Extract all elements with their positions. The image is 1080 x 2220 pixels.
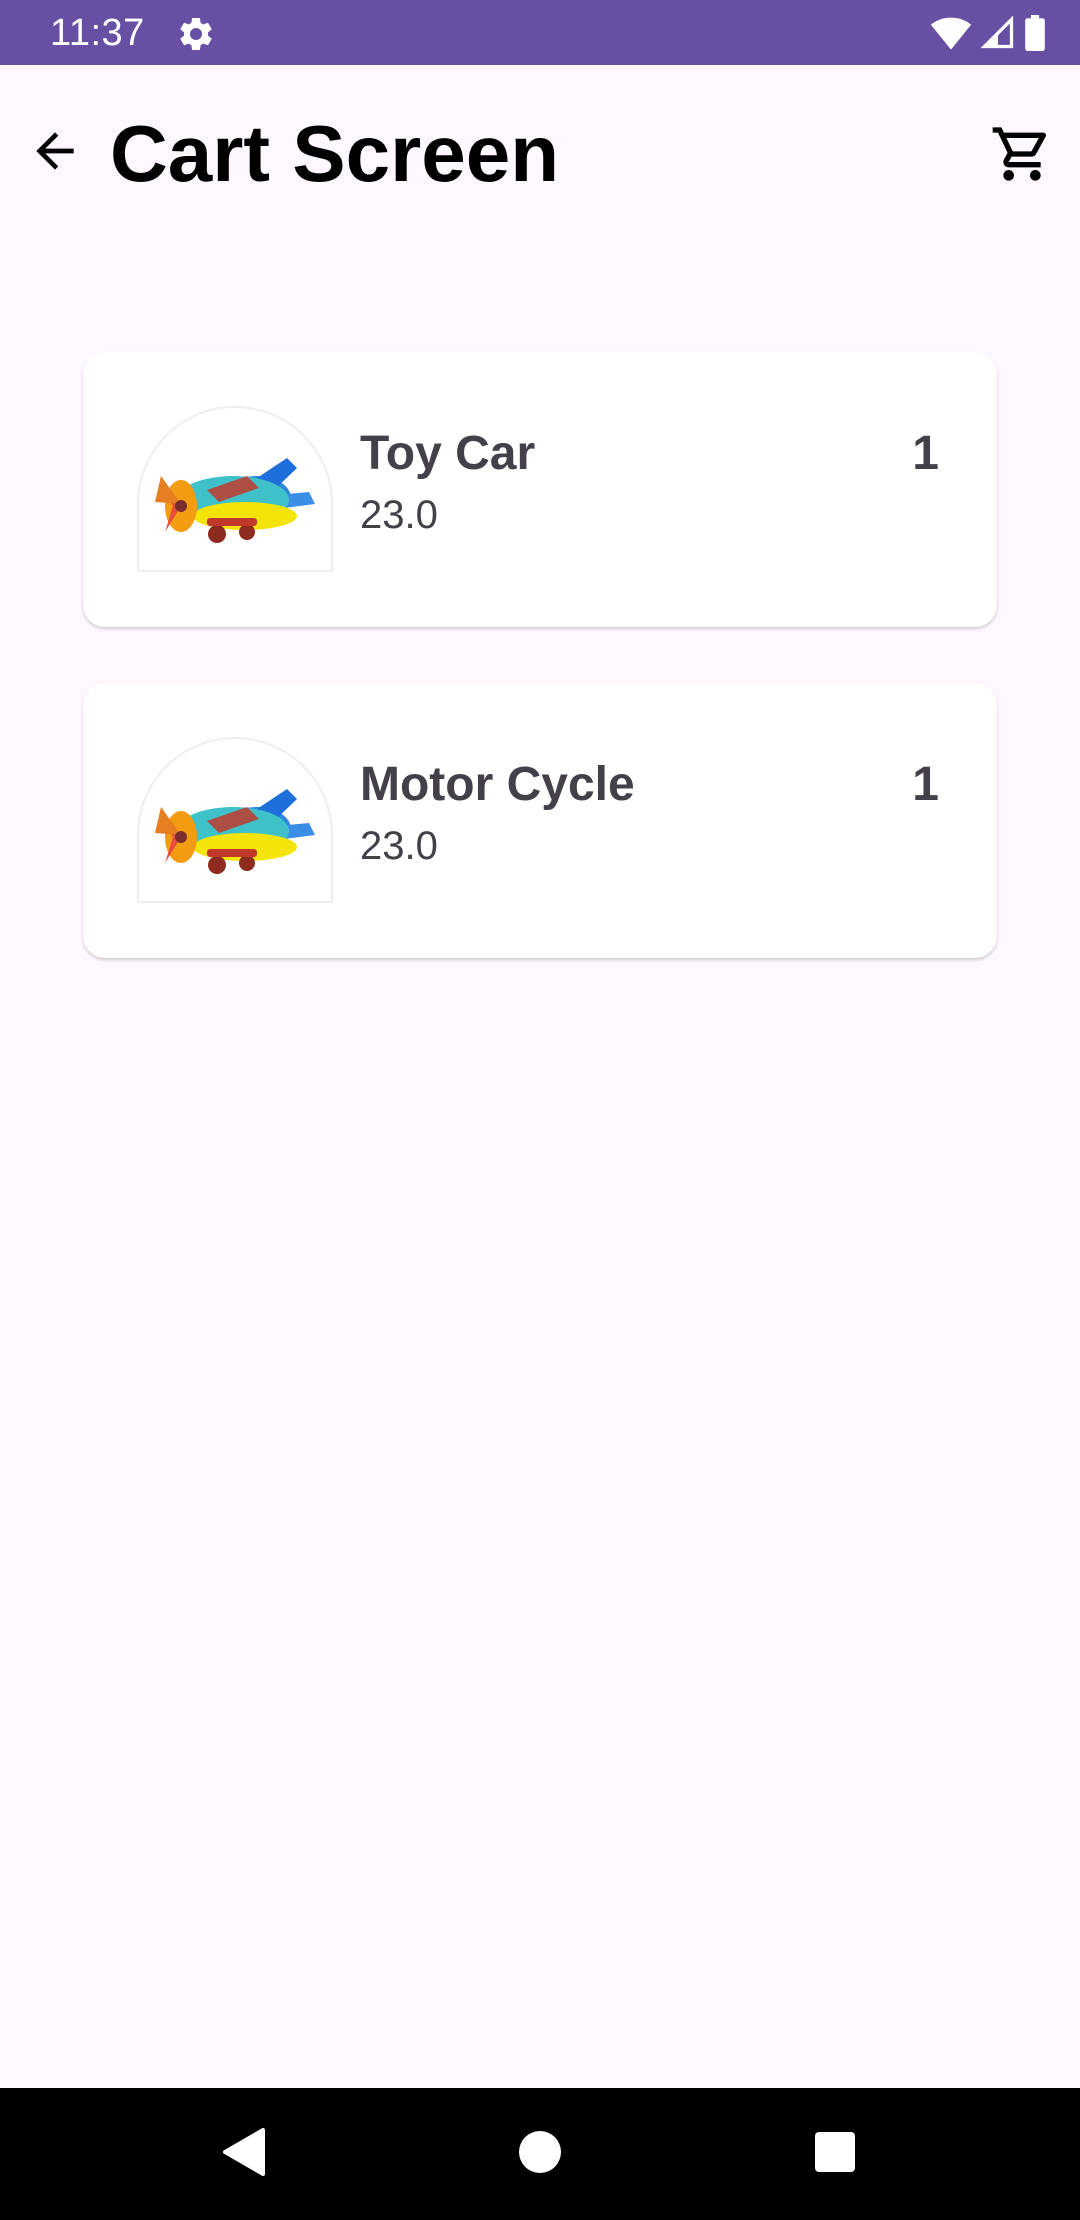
settings-gear-icon — [176, 14, 216, 54]
system-navigation-bar — [0, 2088, 1080, 2220]
nav-recents-button[interactable] — [805, 2124, 865, 2184]
item-price: 23.0 — [360, 493, 438, 537]
cart-item-card[interactable]: Toy Car 23.0 1 — [83, 352, 997, 627]
back-button[interactable] — [22, 120, 88, 186]
back-triangle-icon — [221, 2127, 267, 2182]
cart-list: Toy Car 23.0 1 Motor Cycle 23.0 1 — [83, 352, 997, 1014]
item-name: Toy Car — [360, 427, 536, 480]
top-app-bar: Cart Screen — [0, 65, 1080, 245]
item-price: 23.0 — [360, 824, 438, 868]
arrow-back-icon — [27, 123, 83, 184]
toy-airplane-image — [137, 737, 333, 903]
home-circle-icon — [518, 2130, 562, 2179]
cell-signal-icon — [980, 15, 1016, 51]
item-quantity: 1 — [912, 758, 939, 811]
toy-airplane-image — [137, 406, 333, 572]
nav-home-button[interactable] — [510, 2124, 570, 2184]
nav-back-button[interactable] — [214, 2124, 274, 2184]
battery-icon — [1024, 15, 1046, 51]
wifi-icon — [930, 15, 972, 51]
shopping-cart-icon — [990, 122, 1054, 191]
item-name: Motor Cycle — [360, 758, 635, 811]
status-time: 11:37 — [50, 12, 145, 54]
item-quantity: 1 — [912, 427, 939, 480]
recents-square-icon — [814, 2131, 856, 2178]
page-title: Cart Screen — [110, 109, 560, 198]
cart-button[interactable] — [986, 120, 1058, 192]
cart-item-card[interactable]: Motor Cycle 23.0 1 — [83, 683, 997, 958]
status-bar: 11:37 — [0, 0, 1080, 65]
